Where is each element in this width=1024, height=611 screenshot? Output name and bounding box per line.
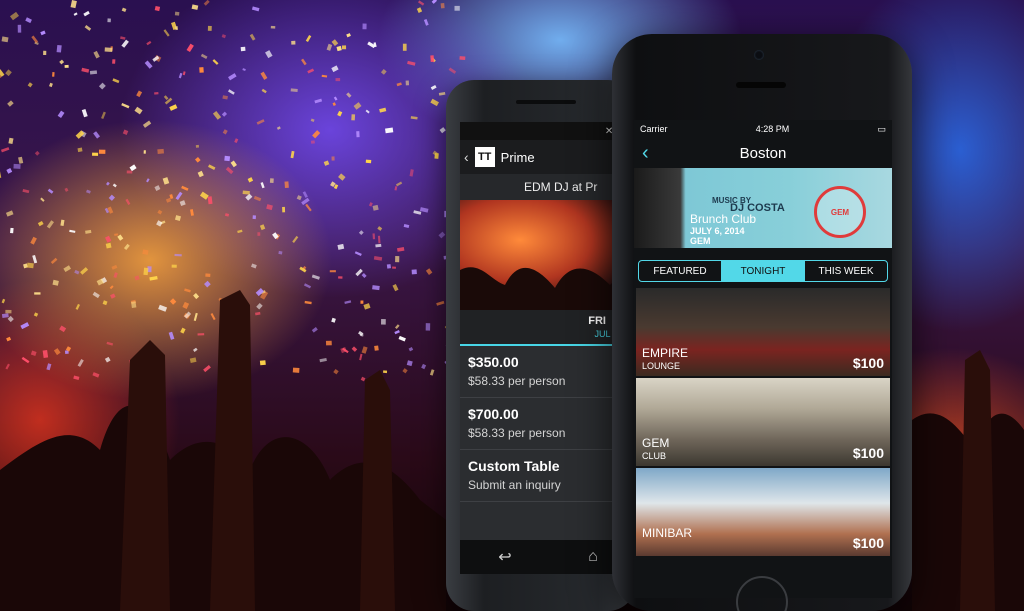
city-title: Boston xyxy=(739,144,787,162)
option-subtitle: Submit an inquiry xyxy=(468,478,561,492)
venue-type: CLUB xyxy=(642,451,667,461)
venue-name: MINIBAR xyxy=(642,526,693,540)
android-status-bar: ✕ ◷ xyxy=(460,122,636,140)
back-icon[interactable]: ‹ xyxy=(464,149,469,165)
ios-status-bar: Carrier 4:28 PM ▭ xyxy=(634,120,892,138)
carrier-label: Carrier xyxy=(640,124,668,134)
iphone-speaker xyxy=(736,82,786,88)
table-option[interactable]: $700.00 $58.33 per person xyxy=(460,398,636,450)
ios-nav-bar: ‹ Boston xyxy=(634,138,892,168)
option-subtitle: $58.33 per person xyxy=(468,426,566,440)
tab-this-week[interactable]: THIS WEEK xyxy=(804,261,887,281)
option-subtitle: $58.33 per person xyxy=(468,374,566,388)
android-speaker xyxy=(516,100,576,104)
banner-event-date: JULY 6, 2014 xyxy=(690,226,745,236)
hero-crowd-graphic xyxy=(460,267,636,310)
venue-name: EMPIRE xyxy=(642,346,689,360)
option-title: $350.00 xyxy=(468,354,519,370)
option-title: Custom Table xyxy=(468,458,560,474)
android-nav-bar: ↩ ⌂ xyxy=(460,540,636,574)
banner-event-name: Brunch Club xyxy=(690,212,757,226)
venue-type: LOUNGE xyxy=(642,361,681,371)
venue-price: $100 xyxy=(852,355,884,371)
android-phone: ✕ ◷ ‹ TT Prime i EDM DJ at Pr FRI JUL 11… xyxy=(446,80,636,611)
time-filter-tabs: FEATURED TONIGHT THIS WEEK xyxy=(638,260,888,282)
venue-price: $100 xyxy=(852,445,884,461)
venue-card[interactable]: GEM CLUB $100 xyxy=(636,378,890,466)
camera-icon xyxy=(754,50,764,60)
event-title: EDM DJ at Pr xyxy=(460,174,636,200)
android-back-icon[interactable]: ↩ xyxy=(498,547,511,567)
venue-card[interactable]: MINIBAR $100 xyxy=(636,468,890,556)
tab-tonight[interactable]: TONIGHT xyxy=(721,261,804,281)
event-hero-image xyxy=(460,200,636,310)
back-chevron-icon[interactable]: ‹ xyxy=(642,142,649,165)
app-title: Prime xyxy=(500,149,535,165)
iphone-screen: Carrier 4:28 PM ▭ ‹ Boston MUSIC BY DJ C… xyxy=(634,120,892,598)
featured-event-banner[interactable]: MUSIC BY DJ COSTA Brunch Club JULY 6, 20… xyxy=(634,168,892,248)
table-option[interactable]: Custom Table Submit an inquiry xyxy=(460,450,636,502)
battery-icon: ▭ xyxy=(877,123,886,134)
brunch-guard-seal: GEM xyxy=(814,186,866,238)
date-day: FRI xyxy=(588,315,606,327)
venue-price: $100 xyxy=(852,535,884,551)
date-selector[interactable]: FRI JUL 11 xyxy=(460,310,636,346)
banner-venue: GEM xyxy=(690,236,711,246)
status-time: 4:28 PM xyxy=(755,124,790,134)
app-logo: TT xyxy=(474,147,495,167)
table-option[interactable]: $350.00 $58.33 per person xyxy=(460,346,636,398)
venue-name: GEM xyxy=(642,436,670,450)
android-screen: ✕ ◷ ‹ TT Prime i EDM DJ at Pr FRI JUL 11… xyxy=(460,122,636,540)
iphone: Carrier 4:28 PM ▭ ‹ Boston MUSIC BY DJ C… xyxy=(612,34,912,611)
tab-featured[interactable]: FEATURED xyxy=(639,261,721,281)
option-title: $700.00 xyxy=(468,406,519,422)
venue-card[interactable]: EMPIRE LOUNGE $100 xyxy=(636,288,890,376)
android-app-bar: ‹ TT Prime i xyxy=(460,140,636,174)
android-home-icon[interactable]: ⌂ xyxy=(588,548,598,566)
